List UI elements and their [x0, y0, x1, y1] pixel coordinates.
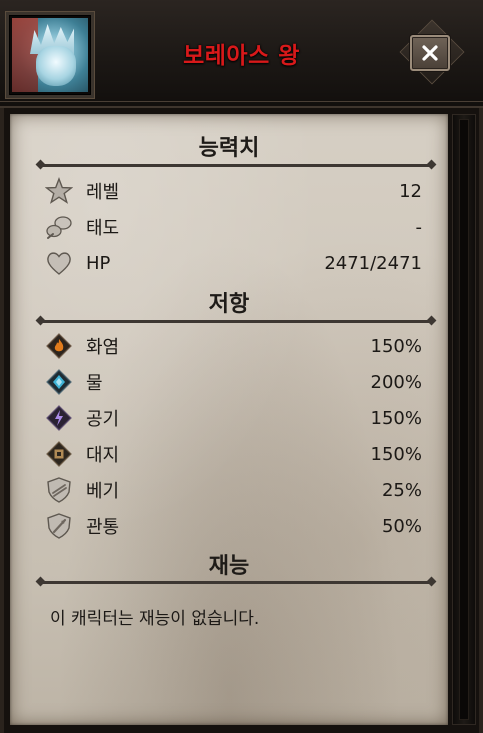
resist-label: 화염	[86, 337, 120, 358]
section-divider	[40, 581, 432, 584]
stat-value: 2471/2471	[324, 252, 422, 274]
resist-row-fire: 화염 150%	[44, 330, 422, 362]
resist-row-pierce: 관통 50%	[44, 510, 422, 542]
star-icon	[44, 176, 74, 206]
resist-row-water: 물 200%	[44, 366, 422, 398]
pierce-shield-icon	[44, 511, 74, 541]
resist-row-slash: 베기 25%	[44, 474, 422, 506]
section-title-talents: 재능	[208, 554, 250, 579]
heart-icon	[44, 248, 74, 278]
slash-shield-icon	[44, 475, 74, 505]
section-divider	[40, 320, 432, 323]
section-title-stats: 능력치	[198, 136, 260, 161]
resist-value: 150%	[370, 407, 422, 429]
water-element-icon	[44, 367, 74, 397]
close-button[interactable]	[410, 35, 450, 71]
close-x-icon	[422, 45, 438, 61]
resist-row-earth: 대지 150%	[44, 438, 422, 470]
resist-value: 150%	[370, 335, 422, 357]
close-button-frame	[394, 19, 465, 85]
resist-label: 대지	[86, 445, 120, 466]
resist-value: 25%	[381, 479, 422, 501]
stat-label: 레벨	[86, 182, 120, 203]
scrollbar[interactable]	[452, 114, 476, 725]
stat-row-hp: HP 2471/2471	[44, 247, 422, 279]
section-divider	[40, 164, 432, 167]
resist-label: 물	[86, 373, 103, 394]
resist-label: 관통	[86, 517, 120, 538]
stat-value: 12	[399, 180, 422, 202]
fist-icon	[44, 212, 74, 242]
resist-value: 150%	[370, 443, 422, 465]
resist-label: 공기	[86, 409, 120, 430]
stat-row-attitude: 태도 -	[44, 211, 422, 243]
stat-label: HP	[86, 252, 111, 274]
earth-element-icon	[44, 439, 74, 469]
resist-label: 베기	[86, 481, 120, 502]
fire-element-icon	[44, 331, 74, 361]
stat-label: 태도	[86, 218, 120, 239]
resist-value: 50%	[381, 515, 422, 537]
air-element-icon	[44, 403, 74, 433]
no-talents-text: 이 캐릭터는 재능이 없습니다.	[50, 609, 260, 629]
stat-value: -	[415, 216, 423, 238]
info-panel: 능력치 레벨 12 태도 - HP 2471/2471 저항 화염 150% 물…	[0, 108, 483, 733]
resist-row-air: 공기 150%	[44, 402, 422, 434]
scrollbar-track[interactable]	[459, 119, 469, 720]
resist-value: 200%	[370, 371, 422, 393]
character-header: 보레아스 왕	[0, 0, 483, 108]
section-title-resistance: 저항	[208, 292, 250, 317]
parchment-content: 능력치 레벨 12 태도 - HP 2471/2471 저항 화염 150% 물…	[10, 114, 448, 725]
stat-row-level: 레벨 12	[44, 175, 422, 207]
